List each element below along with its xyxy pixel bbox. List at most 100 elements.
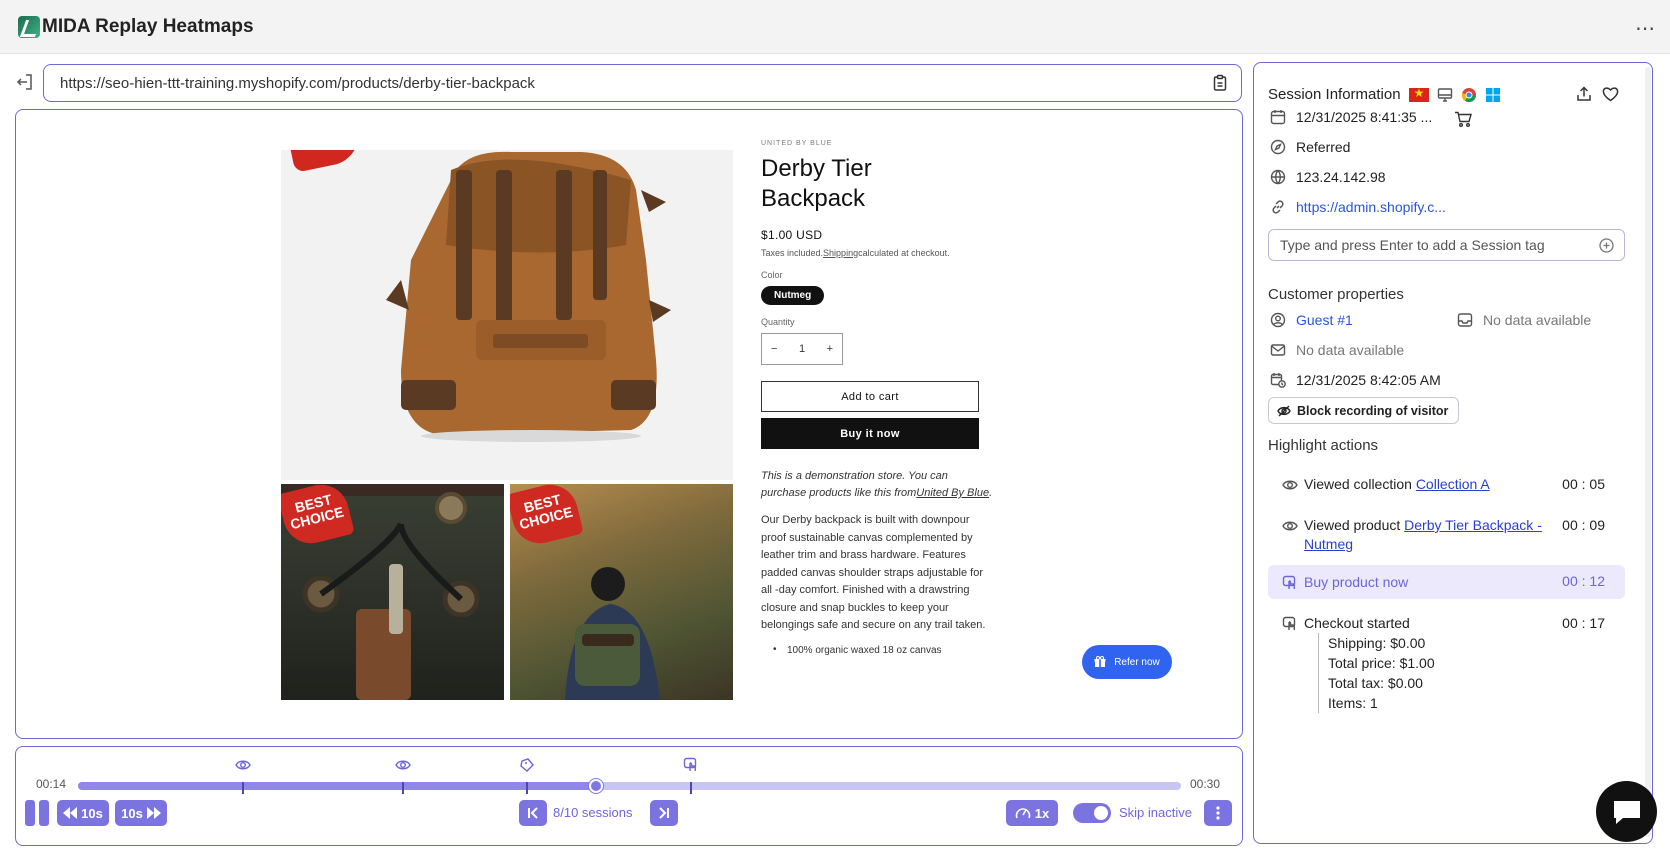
color-option-nutmeg[interactable]: Nutmeg [761, 286, 825, 305]
checkout-total-tax: Total tax: $0.00 [1328, 675, 1423, 691]
favorite-heart-icon[interactable] [1602, 86, 1619, 102]
desktop-icon [1437, 87, 1452, 102]
tap-icon [1282, 575, 1296, 589]
refer-label: Refer now [1114, 656, 1160, 668]
highlight-action-text: Checkout started [1304, 615, 1410, 631]
total-time: 00:30 [1189, 777, 1220, 791]
previous-session-button[interactable] [519, 800, 547, 826]
pause-bar [25, 800, 35, 826]
checkout-total-price: Total price: $1.00 [1328, 655, 1435, 671]
product-image-thumb-2[interactable]: BEST CHOICE [510, 484, 733, 700]
session-datetime: 12/31/2025 8:41:35 ... [1296, 109, 1433, 125]
current-time: 00:14 [36, 777, 67, 791]
mida-logo-icon [18, 15, 40, 38]
replay-player: 00:14 00:30 10s 10s 8/10 sessions 1x Ski… [15, 746, 1243, 846]
gift-icon [1094, 656, 1106, 667]
tax-pre: Taxes included. [761, 248, 824, 258]
mail-icon [1270, 344, 1286, 356]
event-tick[interactable] [525, 782, 528, 794]
event-tick[interactable] [242, 782, 245, 794]
tax-post: calculated at checkout. [858, 248, 950, 258]
customer-properties-title: Customer properties [1268, 286, 1404, 303]
skip-inactive-toggle[interactable] [1073, 803, 1111, 823]
view-event-icon[interactable] [235, 757, 252, 773]
forward-10s-button[interactable]: 10s [115, 800, 167, 826]
highlight-action-time: 00 : 05 [1562, 476, 1605, 492]
view-event-icon[interactable] [395, 757, 412, 773]
highlight-action-item-active[interactable]: Buy product now 00 : 12 [1268, 565, 1625, 599]
cart-event-icon[interactable] [519, 757, 535, 773]
qty-value[interactable]: 1 [799, 343, 805, 355]
highlight-action-text: Viewed product Derby Tier Backpack - Nut… [1304, 516, 1544, 554]
fast-forward-icon [146, 807, 161, 819]
highlight-action-time: 00 : 12 [1562, 573, 1605, 589]
event-tick[interactable] [402, 782, 405, 794]
product-image-thumb-1[interactable]: BEST CHOICE [281, 484, 504, 700]
pause-button[interactable] [25, 800, 51, 826]
event-tick[interactable] [690, 782, 693, 794]
rewind-10s-button[interactable]: 10s [57, 800, 109, 826]
highlight-action-time: 00 : 09 [1562, 517, 1605, 533]
product-price: $1.00 USD [761, 228, 823, 242]
player-more-button[interactable] [1204, 800, 1232, 826]
customer-name-link[interactable]: Guest #1 [1296, 312, 1353, 328]
replay-viewport[interactable]: BEST CHOICE BEST CHOICE UNITED BY BLUE Der… [15, 109, 1243, 739]
compass-icon [1270, 139, 1286, 155]
collection-link[interactable]: Collection A [1416, 476, 1490, 492]
exit-icon[interactable] [16, 73, 34, 91]
clipboard-icon[interactable] [1211, 74, 1229, 92]
refer-now-button[interactable]: Refer now [1082, 645, 1172, 679]
add-tag-icon[interactable] [1599, 238, 1614, 253]
speed-button[interactable]: 1x [1006, 800, 1058, 826]
pause-bar [39, 800, 49, 826]
action-label: Viewed product [1304, 517, 1405, 533]
click-event-icon[interactable] [683, 757, 699, 773]
qty-minus-button[interactable]: − [771, 343, 777, 355]
cart-icon [1455, 111, 1472, 127]
eye-icon [1282, 521, 1298, 531]
app-header: MIDA Replay Heatmaps ⋯ [0, 0, 1670, 54]
session-title: Session Information [1268, 86, 1401, 103]
session-referrer-link[interactable]: https://admin.shopify.c... [1296, 199, 1446, 215]
qty-plus-button[interactable]: + [827, 343, 833, 355]
progress-track[interactable] [78, 779, 1181, 794]
rewind-label: 10s [81, 805, 103, 821]
forward-label: 10s [121, 805, 143, 821]
next-session-button[interactable] [650, 800, 678, 826]
block-recording-label: Block recording of visitor [1297, 403, 1449, 418]
session-tag-input[interactable]: Type and press Enter to add a Session ta… [1268, 229, 1625, 261]
highlight-action-item[interactable]: Viewed product Derby Tier Backpack - Nut… [1268, 516, 1625, 558]
customer-last-seen: 12/31/2025 8:42:05 AM [1296, 372, 1441, 388]
add-to-cart-button[interactable]: Add to cart [761, 381, 979, 412]
share-icon[interactable] [1576, 86, 1592, 102]
calendar-icon [1270, 110, 1286, 125]
checkout-details: Shipping: $0.00 Total price: $1.00 Total… [1318, 633, 1435, 713]
block-recording-button[interactable]: Block recording of visitor [1268, 397, 1460, 424]
sidebar-scrollbar[interactable] [1645, 67, 1651, 837]
url-text: https://seo-hien-ttt-training.myshopify.… [60, 74, 535, 92]
chat-icon [1613, 800, 1640, 824]
session-referrer-row: https://admin.shopify.c... [1270, 199, 1446, 215]
quantity-label: Quantity [761, 317, 795, 327]
highlight-action-text: Buy product now [1304, 574, 1409, 590]
progress-knob[interactable] [589, 779, 604, 793]
color-label: Color [761, 270, 783, 280]
more-menu-icon[interactable]: ⋯ [1635, 16, 1656, 41]
demo-end: . [989, 487, 993, 499]
highlight-action-time: 00 : 17 [1562, 615, 1605, 631]
customer-property-value: No data available [1483, 312, 1592, 328]
rewind-icon [63, 807, 78, 819]
session-ip: 123.24.142.98 [1296, 169, 1386, 185]
checkout-shipping: Shipping: $0.00 [1328, 635, 1426, 651]
link-icon [1272, 200, 1284, 214]
shipping-link[interactable]: Shipping [823, 248, 858, 258]
highlight-actions-title: Highlight actions [1268, 437, 1379, 454]
buy-now-button[interactable]: Buy it now [761, 418, 979, 449]
highlight-action-item[interactable]: Viewed collection Collection A 00 : 05 [1268, 475, 1625, 505]
chat-launcher-button[interactable] [1596, 781, 1657, 842]
highlight-action-item[interactable]: Checkout started 00 : 17 Shipping: $0.00… [1268, 614, 1625, 724]
inbox-icon [1457, 313, 1473, 327]
session-source-row: Referred [1270, 139, 1350, 155]
vendor-link[interactable]: United By Blue [916, 487, 989, 499]
session-header: Session Information [1268, 86, 1501, 103]
